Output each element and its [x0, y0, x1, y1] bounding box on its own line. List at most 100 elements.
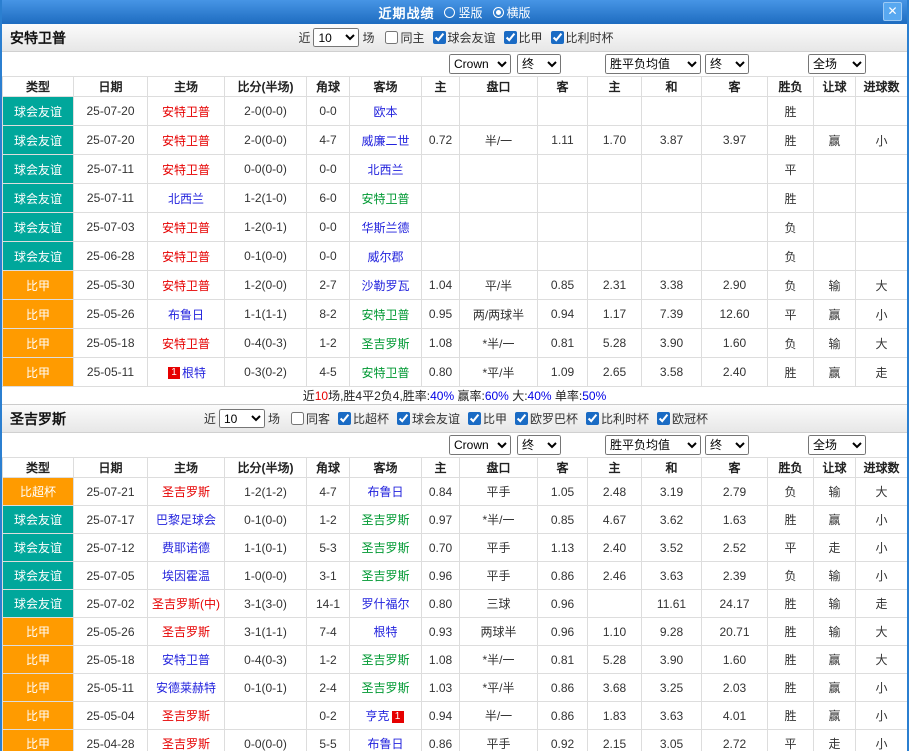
- team-name[interactable]: 巴黎足球会: [156, 513, 216, 527]
- home-team[interactable]: 安特卫普: [148, 126, 225, 155]
- scope-select[interactable]: 全场: [808, 54, 866, 74]
- filter-checkbox[interactable]: 球会友谊: [433, 29, 496, 46]
- home-team[interactable]: 安德莱赫特: [148, 674, 225, 702]
- home-team[interactable]: 安特卫普: [148, 646, 225, 674]
- team-name[interactable]: 安特卫普: [361, 192, 409, 206]
- team-name[interactable]: 圣吉罗斯: [361, 337, 409, 351]
- team-name[interactable]: 沙勒罗瓦: [361, 279, 409, 293]
- checkbox-input[interactable]: [291, 412, 304, 425]
- scope-select[interactable]: 全场: [808, 435, 866, 455]
- away-team[interactable]: 安特卫普: [350, 358, 422, 387]
- team-name[interactable]: 安特卫普: [361, 366, 409, 380]
- filter-checkbox[interactable]: 比利时杯: [586, 410, 649, 427]
- away-team[interactable]: 北西兰: [350, 155, 422, 184]
- away-team[interactable]: 圣吉罗斯: [350, 534, 422, 562]
- home-team[interactable]: 布鲁日: [148, 300, 225, 329]
- team-name[interactable]: 圣吉罗斯: [162, 737, 210, 751]
- team-name[interactable]: 北西兰: [168, 192, 204, 206]
- away-team[interactable]: 圣吉罗斯: [350, 506, 422, 534]
- final-odds-select[interactable]: 终: [517, 54, 561, 74]
- team-name[interactable]: 布鲁日: [367, 485, 403, 499]
- away-team[interactable]: 罗什福尔: [350, 590, 422, 618]
- team-name[interactable]: 亨克: [365, 709, 389, 723]
- team-name[interactable]: 安特卫普: [162, 337, 210, 351]
- bookmaker-select[interactable]: Crown: [449, 54, 511, 74]
- away-team[interactable]: 圣吉罗斯: [350, 646, 422, 674]
- checkbox-input[interactable]: [338, 412, 351, 425]
- away-team[interactable]: 圣吉罗斯: [350, 562, 422, 590]
- filter-checkbox[interactable]: 球会友谊: [397, 410, 460, 427]
- team-name[interactable]: 安特卫普: [162, 134, 210, 148]
- home-team[interactable]: 埃因霍温: [148, 562, 225, 590]
- checkbox-input[interactable]: [468, 412, 481, 425]
- team-name[interactable]: 华斯兰德: [361, 221, 409, 235]
- filter-checkbox[interactable]: 欧罗巴杯: [515, 410, 578, 427]
- team-name[interactable]: 安特卫普: [162, 250, 210, 264]
- team-name[interactable]: 威廉二世: [361, 134, 409, 148]
- final-avg-select[interactable]: 终: [705, 54, 749, 74]
- final-avg-select[interactable]: 终: [705, 435, 749, 455]
- filter-checkbox[interactable]: 同客: [291, 410, 330, 427]
- away-team[interactable]: 沙勒罗瓦: [350, 271, 422, 300]
- away-team[interactable]: 威廉二世: [350, 126, 422, 155]
- checkbox-input[interactable]: [397, 412, 410, 425]
- away-team[interactable]: 圣吉罗斯: [350, 329, 422, 358]
- team-name[interactable]: 布鲁日: [168, 308, 204, 322]
- away-team[interactable]: 布鲁日: [350, 730, 422, 751]
- team-name[interactable]: 安特卫普: [162, 163, 210, 177]
- team-name[interactable]: 北西兰: [367, 163, 403, 177]
- checkbox-input[interactable]: [504, 31, 517, 44]
- away-team[interactable]: 圣吉罗斯: [350, 674, 422, 702]
- filter-checkbox[interactable]: 比利时杯: [551, 29, 614, 46]
- home-team[interactable]: 巴黎足球会: [148, 506, 225, 534]
- avg-odds-select[interactable]: 胜平负均值: [605, 54, 701, 74]
- filter-checkbox[interactable]: 比超杯: [338, 410, 389, 427]
- home-team[interactable]: 北西兰: [148, 184, 225, 213]
- team-name[interactable]: 罗什福尔: [361, 597, 409, 611]
- team-name[interactable]: 安特卫普: [162, 653, 210, 667]
- away-team[interactable]: 华斯兰德: [350, 213, 422, 242]
- home-team[interactable]: 1根特: [148, 358, 225, 387]
- team-name[interactable]: 欧本: [373, 105, 397, 119]
- team-name[interactable]: 圣吉罗斯: [361, 653, 409, 667]
- final-odds-select[interactable]: 终: [517, 435, 561, 455]
- bookmaker-select[interactable]: Crown: [449, 435, 511, 455]
- team-name[interactable]: 安特卫普: [162, 221, 210, 235]
- team-name[interactable]: 安德莱赫特: [156, 681, 216, 695]
- filter-checkbox[interactable]: 欧冠杯: [657, 410, 708, 427]
- away-team[interactable]: 欧本: [350, 97, 422, 126]
- team-name[interactable]: 费耶诺德: [162, 541, 210, 555]
- team-name[interactable]: 圣吉罗斯: [162, 485, 210, 499]
- checkbox-input[interactable]: [433, 31, 446, 44]
- filter-checkbox[interactable]: 比甲: [504, 29, 543, 46]
- home-team[interactable]: 安特卫普: [148, 155, 225, 184]
- checkbox-input[interactable]: [551, 31, 564, 44]
- filter-checkbox[interactable]: 比甲: [468, 410, 507, 427]
- filter-checkbox[interactable]: 同主: [385, 29, 424, 46]
- checkbox-input[interactable]: [515, 412, 528, 425]
- team-name[interactable]: 圣吉罗斯: [361, 541, 409, 555]
- layout-radio-vertical[interactable]: 竖版: [444, 4, 482, 21]
- away-team[interactable]: 威尔郡: [350, 242, 422, 271]
- home-team[interactable]: 圣吉罗斯: [148, 702, 225, 730]
- team-name[interactable]: 安特卫普: [361, 308, 409, 322]
- team-name[interactable]: 圣吉罗斯: [361, 513, 409, 527]
- home-team[interactable]: 安特卫普: [148, 242, 225, 271]
- team-name[interactable]: 安特卫普: [162, 105, 210, 119]
- team-name[interactable]: 圣吉罗斯: [361, 569, 409, 583]
- team-name[interactable]: 圣吉罗斯: [162, 709, 210, 723]
- match-count-select[interactable]: 10: [219, 409, 265, 428]
- team-name[interactable]: 圣吉罗斯(中): [152, 597, 220, 611]
- home-team[interactable]: 安特卫普: [148, 213, 225, 242]
- layout-radio-horizontal[interactable]: 横版: [493, 4, 531, 21]
- checkbox-input[interactable]: [385, 31, 398, 44]
- home-team[interactable]: 安特卫普: [148, 271, 225, 300]
- checkbox-input[interactable]: [657, 412, 670, 425]
- away-team[interactable]: 亨克1: [350, 702, 422, 730]
- team-name[interactable]: 根特: [373, 625, 397, 639]
- home-team[interactable]: 圣吉罗斯: [148, 618, 225, 646]
- home-team[interactable]: 费耶诺德: [148, 534, 225, 562]
- home-team[interactable]: 圣吉罗斯: [148, 478, 225, 506]
- checkbox-input[interactable]: [586, 412, 599, 425]
- team-name[interactable]: 圣吉罗斯: [162, 625, 210, 639]
